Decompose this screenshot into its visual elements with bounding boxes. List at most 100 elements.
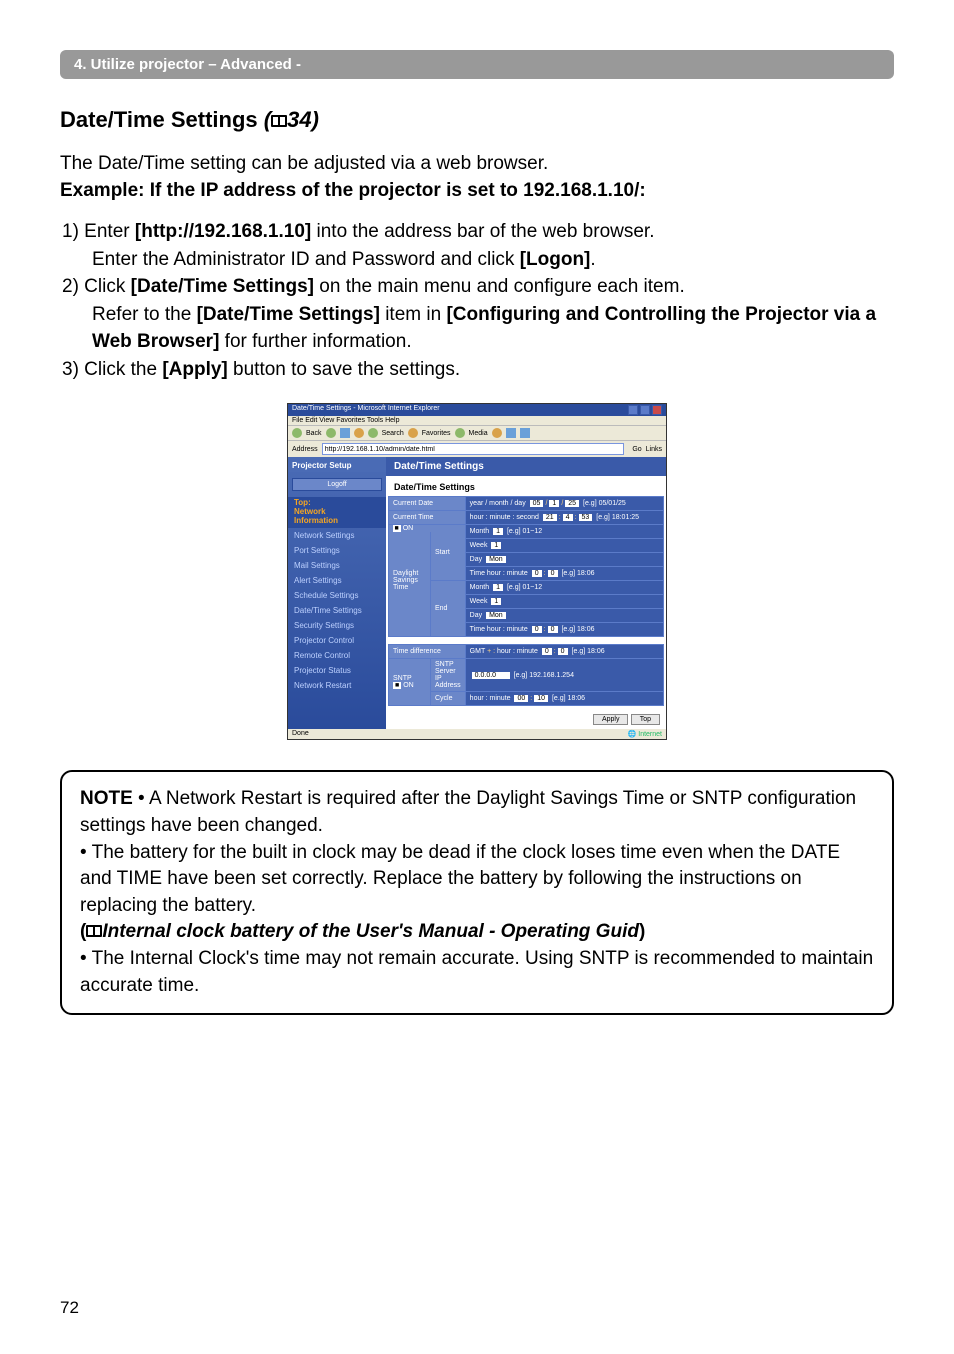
address-input[interactable] [322, 443, 625, 455]
history-icon[interactable] [492, 428, 502, 438]
sntp-ip-row[interactable]: 0.0.0.0 [e.g] 192.168.1.254 [465, 659, 663, 692]
sntp-cycle-hm: hour : minute [470, 695, 511, 702]
sidebar-item-projector-control[interactable]: Projector Control [288, 633, 386, 648]
current-date-row[interactable]: year / month / day 05/1/25 [e.g] 05/01/2… [465, 497, 663, 511]
note-ref-text: Internal clock battery of the User's Man… [102, 921, 639, 942]
close-icon[interactable] [652, 405, 662, 415]
step3-post: button to save the settings. [228, 359, 460, 380]
ss-window-controls[interactable] [628, 405, 662, 415]
note-head: NOTE [80, 788, 133, 809]
back-icon[interactable] [292, 428, 302, 438]
dst-start-month[interactable]: Month 1 [e.g] 01~12 [465, 525, 663, 539]
dst-end-time[interactable]: Time hour : minute 0:0 [e.g] 18:06 [465, 623, 663, 637]
links-label[interactable]: Links [646, 446, 662, 453]
sidebar-item-security-settings[interactable]: Security Settings [288, 618, 386, 633]
step3-num: 3) [62, 359, 79, 380]
status-internet: 🌐 Internet [628, 730, 662, 738]
minimize-icon[interactable] [628, 405, 638, 415]
dst-end-day-l: Day [470, 612, 482, 619]
timediff-row[interactable]: GMT + : hour : minute 0:0 [e.g] 18:06 [465, 645, 663, 659]
apply-button[interactable]: Apply [593, 714, 629, 725]
dst-end-week-l: Week [470, 598, 488, 605]
ref-num: 34 [287, 107, 311, 132]
favorites-label[interactable]: Favorites [422, 430, 451, 437]
dst-start-time-m[interactable]: 0 [547, 569, 559, 578]
print-icon[interactable] [520, 428, 530, 438]
dst-start-week[interactable]: Week 1 [465, 539, 663, 553]
dst-start-time[interactable]: Time hour : minute 0:0 [e.g] 18:06 [465, 567, 663, 581]
sntp-cycle-h[interactable]: 00 [513, 694, 529, 703]
logoff-button[interactable]: Logoff [292, 478, 382, 491]
forward-icon[interactable] [326, 428, 336, 438]
gmt-sign[interactable]: + : [487, 648, 495, 655]
ss-top-section[interactable]: Top: Network Information [288, 497, 386, 527]
dst-end-month-ex: [e.g] 01~12 [507, 584, 542, 591]
current-time-row[interactable]: hour : minute : second 21:4:53 [e.g] 18:… [465, 511, 663, 525]
dst-end-month[interactable]: Month 1 [e.g] 01~12 [465, 581, 663, 595]
ss-toolbar[interactable]: Back Search Favorites Media [288, 425, 666, 441]
sidebar-item-projector-status[interactable]: Projector Status [288, 663, 386, 678]
sidebar-item-mail-settings[interactable]: Mail Settings [288, 558, 386, 573]
media-icon[interactable] [455, 428, 465, 438]
sidebar-item-network-settings[interactable]: Network Settings [288, 528, 386, 543]
page-number: 72 [60, 1298, 79, 1318]
step1-pre: Enter [79, 221, 135, 242]
dst-start-time-l: Time hour : minute [470, 570, 528, 577]
go-label[interactable]: Go [632, 446, 641, 453]
sntp-label: SNTP■ON [389, 659, 431, 706]
dst-end-month-v[interactable]: 1 [492, 583, 504, 592]
dst-start-week-v[interactable]: 1 [490, 541, 502, 550]
steps: 1) Enter [http://192.168.1.10] into the … [62, 218, 894, 383]
note-l2: • The battery for the built in clock may… [80, 840, 874, 920]
step1b-pre: Enter the Administrator ID and Password … [92, 249, 520, 270]
dst-start-time-ex: [e.g] 18:06 [561, 570, 594, 577]
dst-end-day[interactable]: Day Mon [465, 609, 663, 623]
sidebar-item-datetime-settings[interactable]: Date/Time Settings [288, 603, 386, 618]
sidebar-item-schedule-settings[interactable]: Schedule Settings [288, 588, 386, 603]
dst-end-day-v[interactable]: Mon [485, 611, 507, 620]
dst-end-week-v[interactable]: 1 [490, 597, 502, 606]
sidebar-item-remote-control[interactable]: Remote Control [288, 648, 386, 663]
second-input[interactable]: 53 [578, 513, 594, 522]
step2b-b1: [Date/Time Settings] [197, 304, 380, 325]
dst-start-day[interactable]: Day Mon [465, 553, 663, 567]
sntp-on-label: ON [403, 682, 414, 689]
media-label[interactable]: Media [469, 430, 488, 437]
hour-input[interactable]: 21 [542, 513, 558, 522]
dst-end-time-m[interactable]: 0 [547, 625, 559, 634]
home-icon[interactable] [368, 428, 378, 438]
top-button[interactable]: Top [631, 714, 660, 725]
dst-end-week[interactable]: Week 1 [465, 595, 663, 609]
minute-input[interactable]: 4 [562, 513, 574, 522]
sidebar-item-port-settings[interactable]: Port Settings [288, 543, 386, 558]
dst-end-month-l: Month [470, 584, 489, 591]
dst-on-checkbox[interactable]: ■ [393, 525, 401, 532]
dst-end-time-h[interactable]: 0 [531, 625, 543, 634]
sidebar-item-network-restart[interactable]: Network Restart [288, 678, 386, 693]
ss-menubar[interactable]: File Edit View Favorites Tools Help [288, 416, 666, 425]
dst-start-time-h[interactable]: 0 [531, 569, 543, 578]
search-label[interactable]: Search [382, 430, 404, 437]
month-input[interactable]: 1 [548, 499, 560, 508]
stop-icon[interactable] [340, 428, 350, 438]
datetime-table: Current Date year / month / day 05/1/25 … [388, 496, 664, 706]
sntp-cycle-row[interactable]: hour : minute 00:10 [e.g] 18:06 [465, 692, 663, 706]
favorites-icon[interactable] [408, 428, 418, 438]
refresh-icon[interactable] [354, 428, 364, 438]
timediff-h[interactable]: 0 [541, 647, 553, 656]
dst-start-day-v[interactable]: Mon [485, 555, 507, 564]
ss-statusbar: Done 🌐 Internet [288, 729, 666, 739]
sntp-cycle-m[interactable]: 10 [533, 694, 549, 703]
dst-start-month-v[interactable]: 1 [492, 527, 504, 536]
year-input[interactable]: 05 [529, 499, 545, 508]
sidebar-item-alert-settings[interactable]: Alert Settings [288, 573, 386, 588]
back-label[interactable]: Back [306, 430, 322, 437]
note-ref-close: ) [639, 921, 645, 942]
mail-icon[interactable] [506, 428, 516, 438]
timediff-m[interactable]: 0 [557, 647, 569, 656]
maximize-icon[interactable] [640, 405, 650, 415]
sntp-on-checkbox[interactable]: ■ [393, 682, 401, 689]
day-input[interactable]: 25 [564, 499, 580, 508]
step3-pre: Click the [79, 359, 162, 380]
sntp-ip-input[interactable]: 0.0.0.0 [471, 671, 511, 680]
